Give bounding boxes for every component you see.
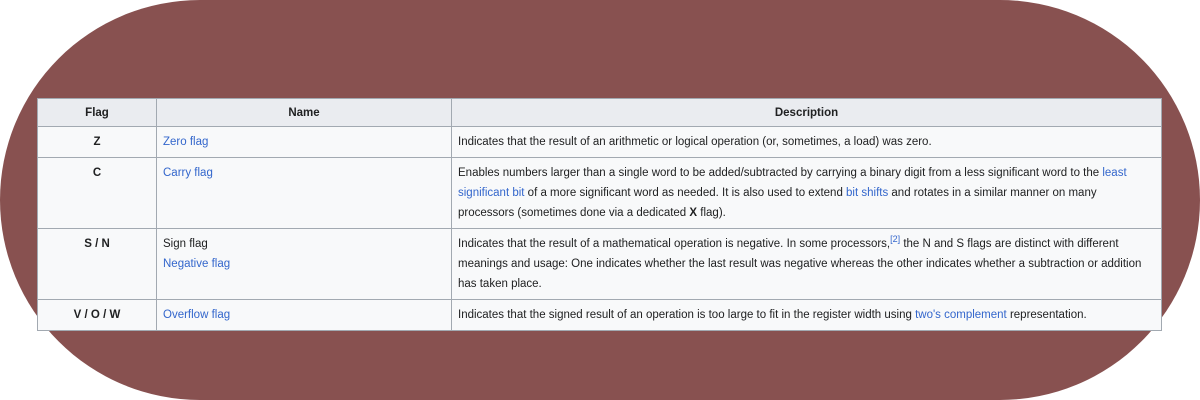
reference-superscript: [2] [890, 234, 900, 244]
table-row: S / N Sign flag Negative flag Indicates … [37, 228, 1162, 300]
flag-cell: C [37, 157, 157, 229]
sign-flag-label: Sign flag [163, 238, 208, 250]
header-description[interactable]: Description [451, 98, 1162, 127]
header-name[interactable]: Name [156, 98, 452, 127]
header-flag[interactable]: Flag [37, 98, 157, 127]
zero-flag-link[interactable]: Zero flag [163, 136, 208, 148]
flag-cell: S / N [37, 228, 157, 300]
description-text: flag). [697, 207, 726, 219]
flag-cell: Z [37, 126, 157, 158]
description-text: representation. [1006, 309, 1087, 321]
description-cell: Indicates that the result of an arithmet… [451, 126, 1162, 158]
carry-flag-link[interactable]: Carry flag [163, 167, 213, 179]
table-row: V / O / W Overflow flag Indicates that t… [37, 299, 1162, 331]
description-text: Enables numbers larger than a single wor… [458, 167, 1103, 179]
description-cell: Indicates that the result of a mathemati… [451, 228, 1162, 300]
description-cell: Enables numbers larger than a single wor… [451, 157, 1162, 229]
x-flag-bold: X [689, 207, 698, 219]
name-cell: Sign flag Negative flag [156, 228, 452, 300]
name-cell: Zero flag [156, 126, 452, 158]
overflow-flag-link[interactable]: Overflow flag [163, 309, 230, 321]
flags-table-container: Flag Name Description Z Zero flag Indica… [37, 98, 1162, 331]
flags-table: Flag Name Description Z Zero flag Indica… [37, 98, 1162, 331]
flag-cell: V / O / W [37, 299, 157, 331]
negative-flag-link[interactable]: Negative flag [163, 258, 230, 270]
description-cell: Indicates that the signed result of an o… [451, 299, 1162, 331]
reference-link[interactable]: [2] [890, 234, 900, 244]
table-row: C Carry flag Enables numbers larger than… [37, 157, 1162, 229]
bit-shifts-link[interactable]: bit shifts [846, 187, 888, 199]
description-text: Indicates that the result of a mathemati… [458, 238, 891, 250]
name-cell: Carry flag [156, 157, 452, 229]
description-text: of a more significant word as needed. It… [524, 187, 847, 199]
twos-complement-link[interactable]: two's complement [915, 309, 1007, 321]
name-cell: Overflow flag [156, 299, 452, 331]
description-text: Indicates that the signed result of an o… [458, 309, 916, 321]
table-row: Z Zero flag Indicates that the result of… [37, 126, 1162, 158]
table-header-row: Flag Name Description [37, 98, 1162, 127]
